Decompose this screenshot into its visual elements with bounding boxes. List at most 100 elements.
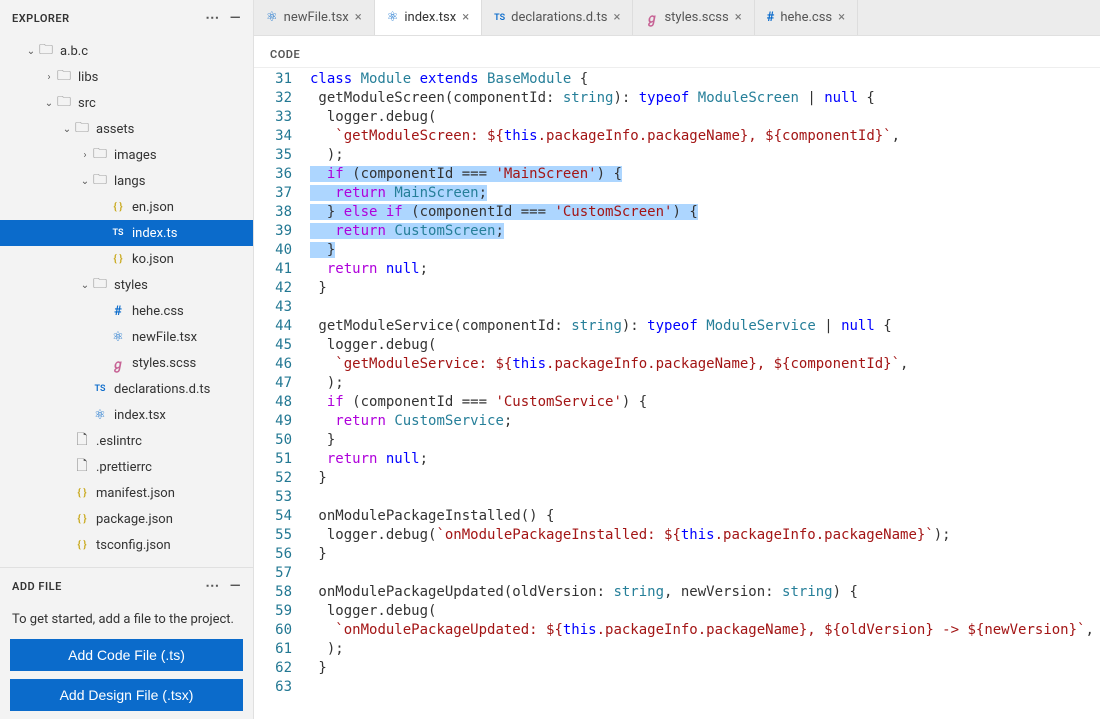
file-item[interactable]: index.tsx [0,402,253,428]
folder-icon [92,147,108,163]
tree-item-label: styles [114,278,148,293]
folder-icon [92,173,108,189]
tree-item-label: hehe.css [132,304,184,319]
code-line[interactable]: `getModuleScreen: ${this.packageInfo.pac… [304,127,1100,146]
file-item[interactable]: index.ts [0,220,253,246]
code-line[interactable]: logger.debug( [304,108,1100,127]
line-number: 47 [254,374,292,393]
code-lines[interactable]: class Module extends BaseModule { getMod… [304,68,1100,719]
folder-icon [92,277,108,293]
tab-index-tsx[interactable]: index.tsx× [375,0,482,35]
line-number: 57 [254,564,292,583]
code-line[interactable]: return CustomScreen; [304,222,1100,241]
code-line[interactable]: ); [304,374,1100,393]
code-line[interactable]: } [304,241,1100,260]
code-line[interactable]: } [304,469,1100,488]
tab-styles-scss[interactable]: styles.scss × [633,0,754,35]
file-item[interactable]: hehe.css [0,298,253,324]
tab-newFile-tsx[interactable]: newFile.tsx× [254,0,375,35]
code-line[interactable]: logger.debug( [304,602,1100,621]
tab-label: styles.scss [664,10,728,25]
line-number: 50 [254,431,292,450]
close-icon[interactable]: × [614,10,621,25]
file-item[interactable]: tsconfig.json [0,532,253,558]
tab-hehe-css[interactable]: hehe.css× [755,0,858,35]
close-icon[interactable]: × [355,10,362,25]
file-item[interactable]: newFile.tsx [0,324,253,350]
folder-item[interactable]: ›images [0,142,253,168]
ts-icon [110,225,126,241]
file-icon [74,433,90,449]
code-line[interactable] [304,678,1100,697]
minimize-icon[interactable]: — [230,10,241,26]
folder-item[interactable]: ›libs [0,64,253,90]
file-item[interactable]: .prettierrc [0,454,253,480]
file-item[interactable]: ko.json [0,246,253,272]
tsx-icon [266,10,278,25]
folder-item[interactable]: ⌄a.b.c [0,38,253,64]
file-item[interactable]: styles.scss [0,350,253,376]
add-code-file-button[interactable]: Add Code File (.ts) [10,639,243,671]
code-line[interactable] [304,564,1100,583]
code-line[interactable]: if (componentId === 'MainScreen') { [304,165,1100,184]
close-icon[interactable]: × [735,10,742,25]
more-icon[interactable]: ⋯ [205,578,220,594]
code-line[interactable]: } else if (componentId === 'CustomScreen… [304,203,1100,222]
more-icon[interactable]: ⋯ [205,10,220,26]
chevron-down-icon: ⌄ [24,46,38,57]
tree-item-label: index.tsx [114,408,166,423]
addfile-hint: To get started, add a file to the projec… [0,604,253,639]
code-line[interactable] [304,298,1100,317]
code-line[interactable]: } [304,659,1100,678]
code-line[interactable]: class Module extends BaseModule { [304,70,1100,89]
folder-item[interactable]: ⌄src [0,90,253,116]
code-line[interactable]: ); [304,146,1100,165]
code-line[interactable]: onModulePackageInstalled() { [304,507,1100,526]
code-line[interactable]: `getModuleService: ${this.packageInfo.pa… [304,355,1100,374]
scss-icon [645,8,658,27]
css-icon [110,303,126,319]
tab-bar: newFile.tsx×index.tsx×declarations.d.ts×… [254,0,1100,36]
file-item[interactable]: manifest.json [0,480,253,506]
code-line[interactable]: getModuleService(componentId: string): t… [304,317,1100,336]
folder-icon [38,43,54,59]
tree-item-label: newFile.tsx [132,330,197,345]
code-line[interactable]: ); [304,640,1100,659]
file-icon [74,459,90,475]
folder-item[interactable]: ⌄langs [0,168,253,194]
code-line[interactable]: getModuleScreen(componentId: string): ty… [304,89,1100,108]
file-item[interactable]: en.json [0,194,253,220]
minimize-icon[interactable]: — [230,578,241,594]
file-item[interactable]: declarations.d.ts [0,376,253,402]
json-icon [74,537,90,553]
code-line[interactable]: if (componentId === 'CustomService') { [304,393,1100,412]
line-number: 56 [254,545,292,564]
code-line[interactable]: } [304,279,1100,298]
code-line[interactable] [304,488,1100,507]
add-design-file-button[interactable]: Add Design File (.tsx) [10,679,243,711]
code-line[interactable]: return null; [304,260,1100,279]
code-line[interactable]: return null; [304,450,1100,469]
tsx-icon [92,407,108,423]
file-item[interactable]: package.json [0,506,253,532]
addfile-header: ADD FILE ⋯ — [0,568,253,604]
add-file-section: ADD FILE ⋯ — To get started, add a file … [0,567,253,719]
code-line[interactable]: return MainScreen; [304,184,1100,203]
code-line[interactable]: } [304,431,1100,450]
json-icon [74,511,90,527]
code-line[interactable]: `onModulePackageUpdated: ${this.packageI… [304,621,1100,640]
folder-item[interactable]: ⌄styles [0,272,253,298]
code-line[interactable]: } [304,545,1100,564]
code-editor[interactable]: 3132333435363738394041424344454647484950… [254,68,1100,719]
tab-declarations-d-ts[interactable]: declarations.d.ts× [482,0,633,35]
close-icon[interactable]: × [462,10,469,25]
close-icon[interactable]: × [838,10,845,25]
json-icon [110,251,126,267]
code-line[interactable]: onModulePackageUpdated(oldVersion: strin… [304,583,1100,602]
code-line[interactable]: logger.debug(`onModulePackageInstalled: … [304,526,1100,545]
folder-item[interactable]: ⌄assets [0,116,253,142]
file-item[interactable]: .eslintrc [0,428,253,454]
code-line[interactable]: return CustomService; [304,412,1100,431]
code-line[interactable]: logger.debug( [304,336,1100,355]
line-number: 63 [254,678,292,697]
